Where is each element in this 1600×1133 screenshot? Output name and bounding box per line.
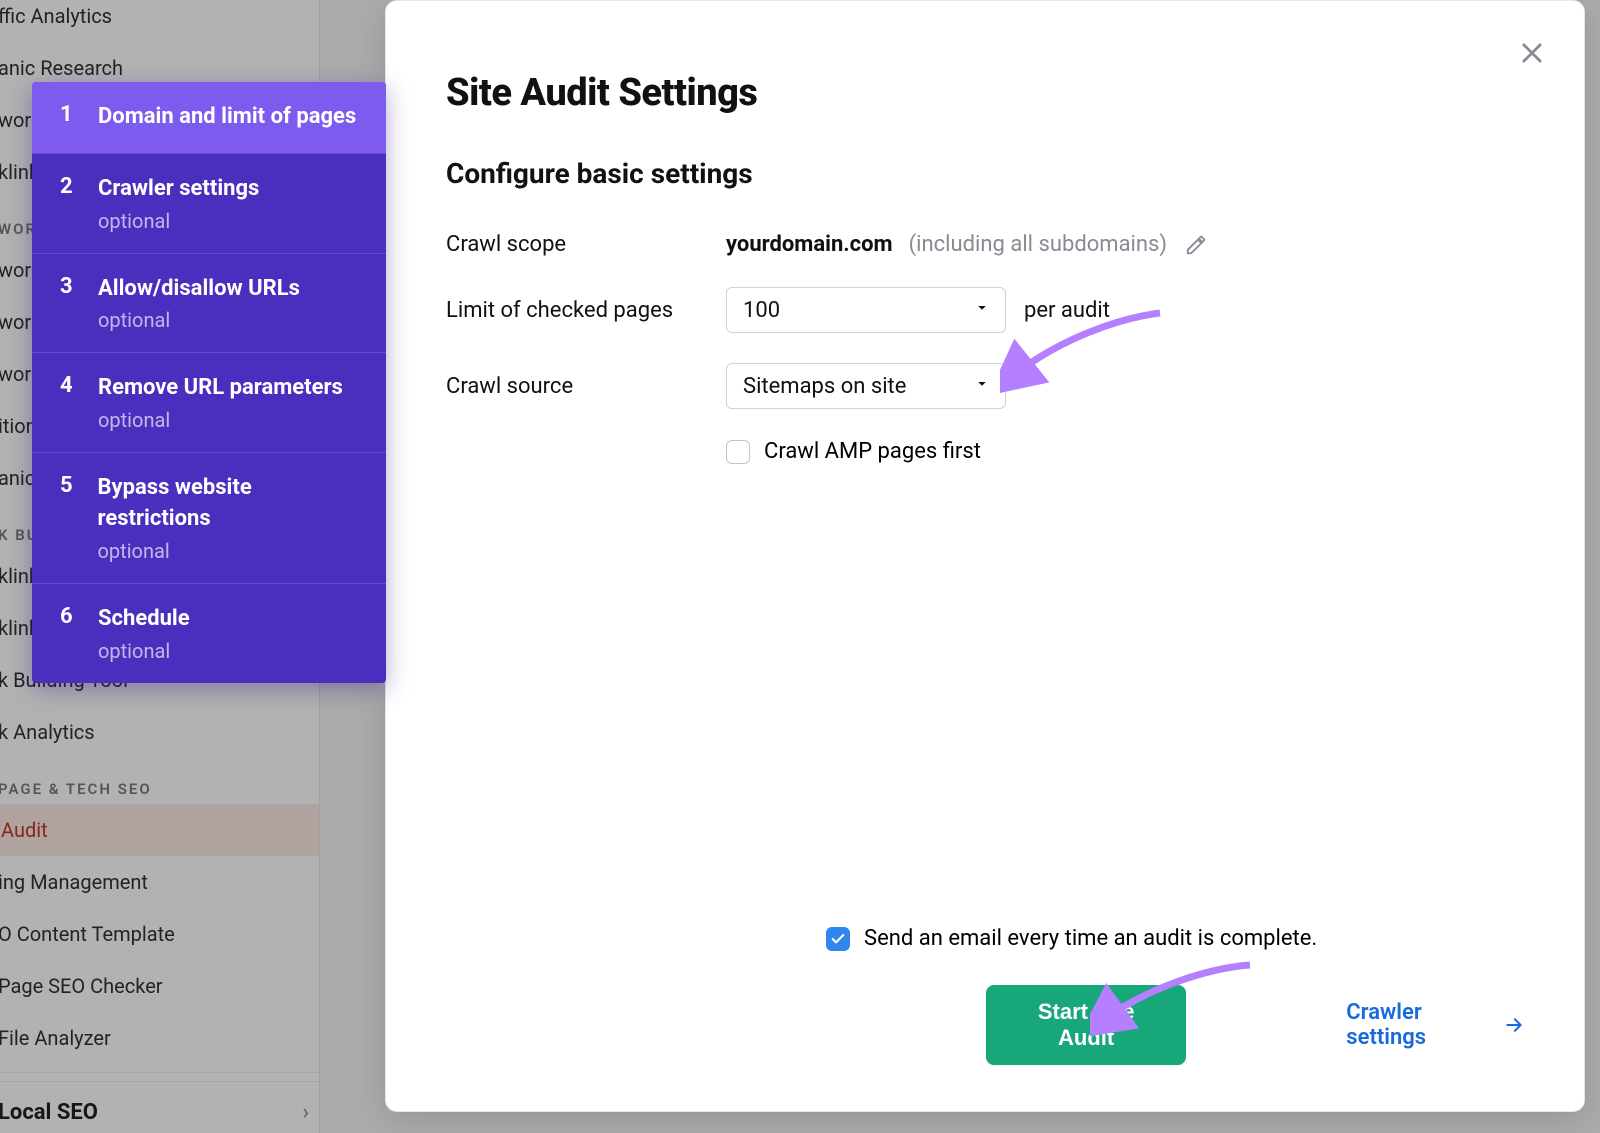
chevron-down-icon <box>973 298 991 323</box>
wizard-steps-panel: 1 Domain and limit of pages 2 Crawler se… <box>32 82 386 683</box>
wizard-step-num: 3 <box>60 274 76 333</box>
crawler-settings-link-label: Crawler settings <box>1346 1000 1492 1050</box>
crawl-scope-note: (including all subdomains) <box>909 232 1167 257</box>
wizard-step-num: 5 <box>60 473 76 563</box>
wizard-step-title: Schedule <box>98 604 190 635</box>
wizard-step-title: Crawler settings <box>98 174 259 205</box>
email-notify-row: Send an email every time an audit is com… <box>826 926 1524 951</box>
wizard-step-num: 2 <box>60 174 76 233</box>
wizard-step-title: Bypass website restrictions <box>98 473 362 535</box>
wizard-step-title: Remove URL parameters <box>98 373 343 404</box>
wizard-step-optional: optional <box>98 308 300 332</box>
crawl-source-row: Crawl source Sitemaps on site <box>446 363 1494 409</box>
crawl-scope-label: Crawl scope <box>446 232 726 257</box>
edit-crawl-scope-button[interactable] <box>1185 234 1207 256</box>
wizard-step-5[interactable]: 5 Bypass website restrictions optional <box>32 452 386 583</box>
chevron-down-icon <box>973 374 991 399</box>
wizard-step-2[interactable]: 2 Crawler settings optional <box>32 153 386 253</box>
wizard-step-3[interactable]: 3 Allow/disallow URLs optional <box>32 253 386 353</box>
wizard-step-optional: optional <box>98 539 362 563</box>
crawl-amp-row: Crawl AMP pages first <box>726 439 1494 464</box>
limit-pages-select[interactable]: 100 <box>726 287 1006 333</box>
wizard-step-title: Domain and limit of pages <box>98 102 356 133</box>
start-site-audit-button[interactable]: Start Site Audit <box>986 985 1186 1065</box>
limit-pages-label: Limit of checked pages <box>446 298 726 323</box>
limit-pages-value: 100 <box>743 298 780 323</box>
crawl-source-select[interactable]: Sitemaps on site <box>726 363 1006 409</box>
crawler-settings-link[interactable]: Crawler settings <box>1346 1000 1524 1050</box>
modal-title: Site Audit Settings <box>446 71 1494 115</box>
crawl-scope-row: Crawl scope yourdomain.com (including al… <box>446 232 1494 257</box>
email-notify-checkbox[interactable] <box>826 927 850 951</box>
crawl-scope-domain: yourdomain.com <box>726 232 893 257</box>
crawl-source-label: Crawl source <box>446 374 726 399</box>
per-audit-label: per audit <box>1024 298 1110 323</box>
wizard-step-num: 4 <box>60 373 76 432</box>
email-notify-label: Send an email every time an audit is com… <box>864 926 1317 951</box>
wizard-step-title: Allow/disallow URLs <box>98 274 300 305</box>
site-audit-settings-modal: Site Audit Settings Configure basic sett… <box>385 0 1585 1112</box>
modal-subtitle: Configure basic settings <box>446 157 1494 190</box>
close-icon <box>1518 39 1546 67</box>
wizard-step-optional: optional <box>98 209 259 233</box>
crawl-amp-label: Crawl AMP pages first <box>764 439 981 464</box>
crawl-source-value: Sitemaps on site <box>743 374 906 399</box>
crawl-amp-checkbox[interactable] <box>726 440 750 464</box>
pencil-icon <box>1185 234 1207 256</box>
wizard-step-optional: optional <box>98 408 343 432</box>
wizard-step-4[interactable]: 4 Remove URL parameters optional <box>32 352 386 452</box>
close-button[interactable] <box>1512 33 1552 73</box>
wizard-step-num: 1 <box>60 102 76 133</box>
wizard-step-optional: optional <box>98 639 190 663</box>
arrow-right-icon <box>1504 1014 1524 1036</box>
wizard-step-1[interactable]: 1 Domain and limit of pages <box>32 82 386 153</box>
limit-pages-row: Limit of checked pages 100 per audit <box>446 287 1494 333</box>
check-icon <box>830 931 846 947</box>
wizard-step-6[interactable]: 6 Schedule optional <box>32 583 386 683</box>
wizard-step-num: 6 <box>60 604 76 663</box>
